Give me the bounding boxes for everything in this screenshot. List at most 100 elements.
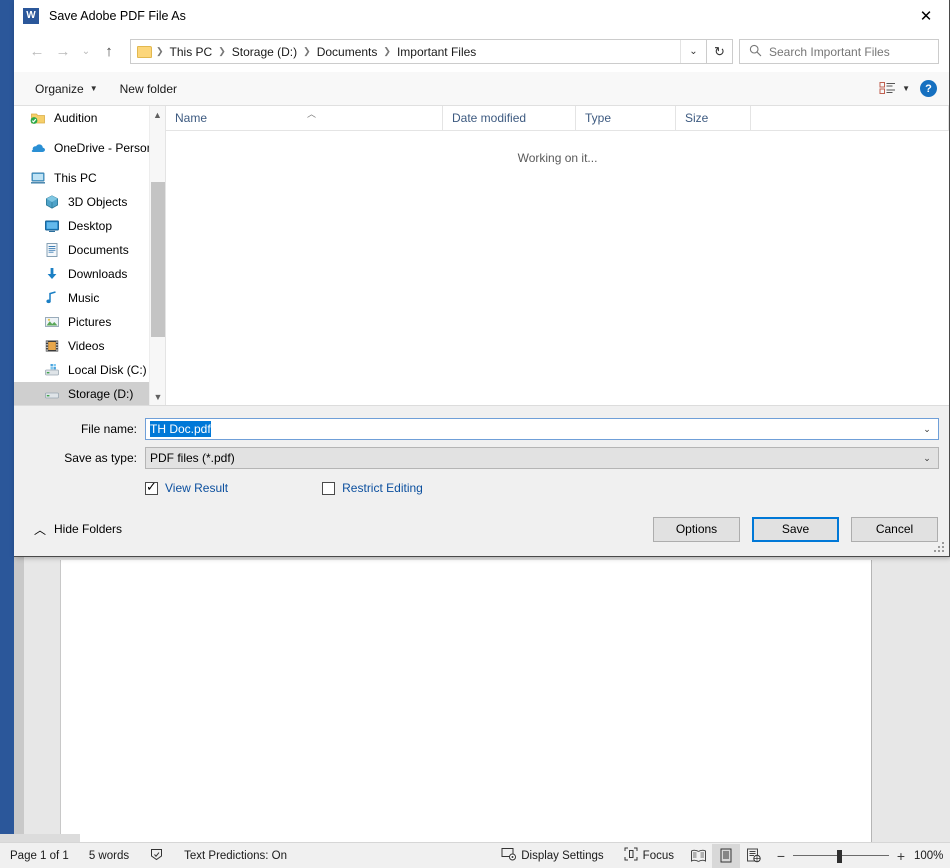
sidebar-scrollbar[interactable]: ▲ ▼ [149,106,165,405]
documents-icon [44,242,60,258]
view-result-label: View Result [165,481,229,495]
breadcrumb-item-1[interactable]: Storage (D:) [227,45,302,59]
file-list[interactable]: Working on it... [166,131,949,405]
view-result-checkbox[interactable]: View Result [145,480,229,495]
print-layout-view-button[interactable] [712,843,740,868]
focus-mode-button[interactable]: Focus [614,843,684,868]
dialog-body: Audition OneDrive - Person This PC 3D Ob… [14,106,949,405]
back-button[interactable]: ← [24,39,50,65]
help-button[interactable]: ? [920,80,937,97]
recent-locations-button[interactable]: ⌄ [76,39,96,65]
column-header-date-modified[interactable]: Date modified [443,106,576,130]
checkbox-box[interactable] [145,480,158,495]
chevron-down-icon[interactable]: ⌄ [680,40,706,63]
sidebar-item-pictures[interactable]: Pictures [14,310,165,334]
zoom-slider[interactable]: − + [768,848,914,864]
drive-icon [44,386,60,402]
file-list-status: Working on it... [517,151,598,165]
sidebar-item-label: Videos [68,339,105,353]
videos-icon [44,338,60,354]
sidebar-item-storage-d[interactable]: Storage (D:) [14,382,165,405]
downloads-icon [44,266,60,282]
chevron-down-icon: ▼ [89,84,98,93]
3d-objects-icon [44,194,60,210]
zoom-in-button[interactable]: + [896,848,906,864]
sidebar-item-label: Local Disk (C:) [68,363,147,377]
focus-icon [624,847,638,864]
folder-sync-icon [30,110,46,126]
scroll-down-icon[interactable]: ▼ [150,388,165,405]
hide-folders-button[interactable]: ︿ Hide Folders [25,521,122,538]
forward-button[interactable]: → [50,39,76,65]
zoom-knob[interactable] [837,849,842,863]
resize-grip[interactable] [934,542,946,554]
chevron-down-icon[interactable]: ▼ [902,84,910,93]
save-button[interactable]: Save [752,516,839,542]
save-as-type-row: Save as type: PDF files (*.pdf) ⌄ [14,445,949,471]
sidebar-item-this-pc[interactable]: This PC [14,166,165,190]
sidebar-item-local-disk-c[interactable]: Local Disk (C:) [14,358,165,382]
sidebar-item-desktop[interactable]: Desktop [14,214,165,238]
file-name-input[interactable]: TH Doc.pdf ⌄ [145,418,939,440]
chevron-down-icon[interactable]: ⌄ [916,424,938,435]
dialog-button-group: Options Save Cancel [653,516,938,542]
zoom-track[interactable] [793,849,889,863]
sidebar-item-onedrive[interactable]: OneDrive - Person [14,136,165,160]
word-count[interactable]: 5 words [79,843,139,868]
change-view-button[interactable]: ▼ [879,81,910,96]
refresh-icon[interactable]: ↻ [707,39,733,64]
sidebar-item-3d-objects[interactable]: 3D Objects [14,190,165,214]
breadcrumb-separator: ❯ [303,46,311,56]
column-header-type[interactable]: Type [576,106,676,130]
status-right-group: Display Settings Focus − + 100% [491,843,950,868]
page-icon [720,848,732,863]
file-name-row: File name: TH Doc.pdf ⌄ [14,416,949,442]
breadcrumb-item-2[interactable]: Documents [312,45,383,59]
zoom-level-label[interactable]: 100% [914,850,950,862]
file-list-area: Name Date modified Type Size ︿ Working o… [165,106,949,405]
organize-button[interactable]: Organize ▼ [26,77,107,101]
column-header-name[interactable]: Name [166,106,443,130]
sidebar-item-audition[interactable]: Audition [14,106,165,130]
new-folder-button[interactable]: New folder [111,77,186,101]
page-indicator[interactable]: Page 1 of 1 [0,843,79,868]
scrollbar-thumb[interactable] [151,182,165,337]
search-box[interactable]: Search Important Files [739,39,939,64]
sidebar-item-label: This PC [54,171,97,185]
sidebar-item-music[interactable]: Music [14,286,165,310]
chevron-down-icon[interactable]: ⌄ [916,453,938,464]
search-input[interactable]: Search Important Files [769,45,890,59]
breadcrumb-item-3[interactable]: Important Files [392,45,481,59]
text-predictions-status[interactable]: Text Predictions: On [174,843,297,868]
file-name-label: File name: [80,422,137,436]
proofing-status[interactable] [139,843,174,868]
display-settings-icon [501,847,517,864]
sidebar-item-label: 3D Objects [68,195,128,209]
sidebar-item-videos[interactable]: Videos [14,334,165,358]
breadcrumb-separator: ❯ [218,46,226,56]
scroll-up-icon[interactable]: ▲ [150,106,165,123]
breadcrumb-item-0[interactable]: This PC [165,45,218,59]
sidebar-item-downloads[interactable]: Downloads [14,262,165,286]
restrict-editing-checkbox[interactable]: Restrict Editing [322,481,423,495]
save-as-type-select[interactable]: PDF files (*.pdf) ⌄ [145,447,939,469]
organize-label: Organize [35,81,84,96]
sidebar-item-label: OneDrive - Person [54,141,154,155]
read-mode-view-button[interactable] [684,844,712,868]
zoom-out-button[interactable]: − [776,848,786,864]
cancel-button[interactable]: Cancel [851,516,938,542]
checkbox-box[interactable] [322,481,336,495]
desktop-icon [44,218,60,234]
options-button[interactable]: Options [653,516,740,542]
web-layout-view-button[interactable] [740,844,768,868]
up-button[interactable]: ↑ [96,39,122,65]
file-name-value[interactable]: TH Doc.pdf [146,421,916,437]
close-icon[interactable]: ✕ [903,0,949,31]
display-settings-button[interactable]: Display Settings [491,843,613,868]
address-bar[interactable]: ❯ This PC ❯ Storage (D:) ❯ Documents ❯ I… [130,39,707,64]
word-status-bar: Page 1 of 1 5 words Text Predictions: On… [0,842,950,868]
sort-ascending-icon: ︿ [307,109,317,119]
sidebar-item-documents[interactable]: Documents [14,238,165,262]
dialog-command-bar: Organize ▼ New folder ▼ ? [14,72,949,106]
column-header-size[interactable]: Size [676,106,751,130]
